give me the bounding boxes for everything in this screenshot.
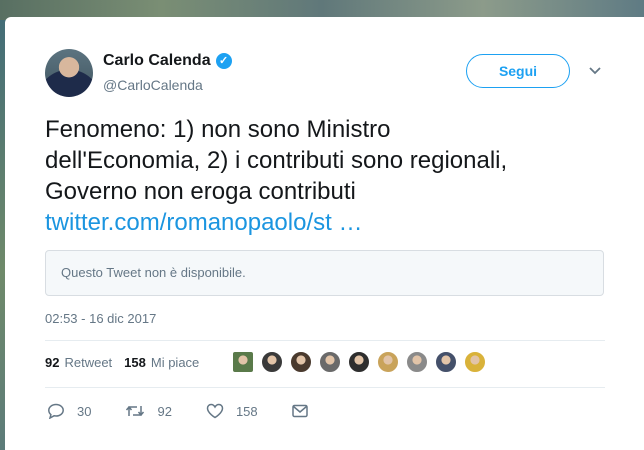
tweet-text-line: dell'Economia, 2) i contributi sono regi…	[45, 147, 508, 174]
quoted-tweet-unavailable: Questo Tweet non è disponibile.	[45, 250, 604, 296]
liker-avatar[interactable]	[290, 351, 312, 373]
liker-avatar[interactable]	[435, 351, 457, 373]
retweet-stat[interactable]: 92 Retweet	[45, 355, 112, 370]
chevron-down-icon[interactable]	[588, 64, 602, 78]
engagement-stats: 92 Retweet 158 Mi piace	[45, 355, 211, 370]
reply-button[interactable]: 30	[47, 403, 91, 419]
like-stat[interactable]: 158 Mi piace	[124, 355, 199, 370]
verified-badge-icon: ✓	[215, 53, 232, 69]
follow-button[interactable]: Segui	[466, 54, 570, 88]
tweet-link[interactable]: twitter.com/romanopaolo/st …	[45, 209, 362, 236]
tweet-timestamp[interactable]: 02:53 - 16 dic 2017	[45, 311, 156, 326]
liker-avatar[interactable]	[464, 351, 486, 373]
author-name-row[interactable]: Carlo Calenda ✓	[103, 52, 232, 70]
tweet-text: Fenomeno: 1) non sono Ministro dell'Econ…	[45, 114, 605, 238]
retweet-stat-label: Retweet	[64, 355, 113, 370]
direct-message-button[interactable]	[291, 404, 320, 418]
retweet-button[interactable]: 92	[125, 403, 172, 419]
tweet-card: Carlo Calenda ✓ @CarloCalenda Segui Feno…	[5, 17, 644, 450]
reply-icon	[48, 403, 64, 419]
reply-count: 30	[77, 403, 92, 419]
author-handle[interactable]: @CarloCalenda	[103, 77, 203, 93]
tweet-text-line: Fenomeno: 1) non sono Ministro	[45, 116, 391, 143]
retweet-count: 92	[157, 403, 172, 419]
author-avatar[interactable]	[45, 49, 93, 97]
liker-avatar[interactable]	[406, 351, 428, 373]
divider	[45, 387, 605, 388]
like-stat-count: 158	[124, 355, 146, 370]
like-stat-label: Mi piace	[150, 355, 200, 370]
tweet-actions: 30 92 158	[47, 403, 354, 419]
envelope-icon	[291, 404, 308, 418]
tweet-text-line: Governo non eroga contributi	[45, 178, 356, 205]
heart-icon	[206, 403, 224, 419]
author-name[interactable]: Carlo Calenda	[103, 52, 211, 70]
retweet-icon	[126, 405, 145, 417]
like-button[interactable]: 158	[206, 403, 258, 419]
liker-avatar[interactable]	[232, 351, 254, 373]
retweet-stat-count: 92	[45, 355, 60, 370]
liker-avatar[interactable]	[261, 351, 283, 373]
like-count: 158	[235, 403, 258, 419]
liker-avatar[interactable]	[377, 351, 399, 373]
liker-avatar[interactable]	[319, 351, 341, 373]
divider	[45, 340, 605, 341]
liker-avatar[interactable]	[348, 351, 370, 373]
liker-avatars	[232, 351, 493, 373]
